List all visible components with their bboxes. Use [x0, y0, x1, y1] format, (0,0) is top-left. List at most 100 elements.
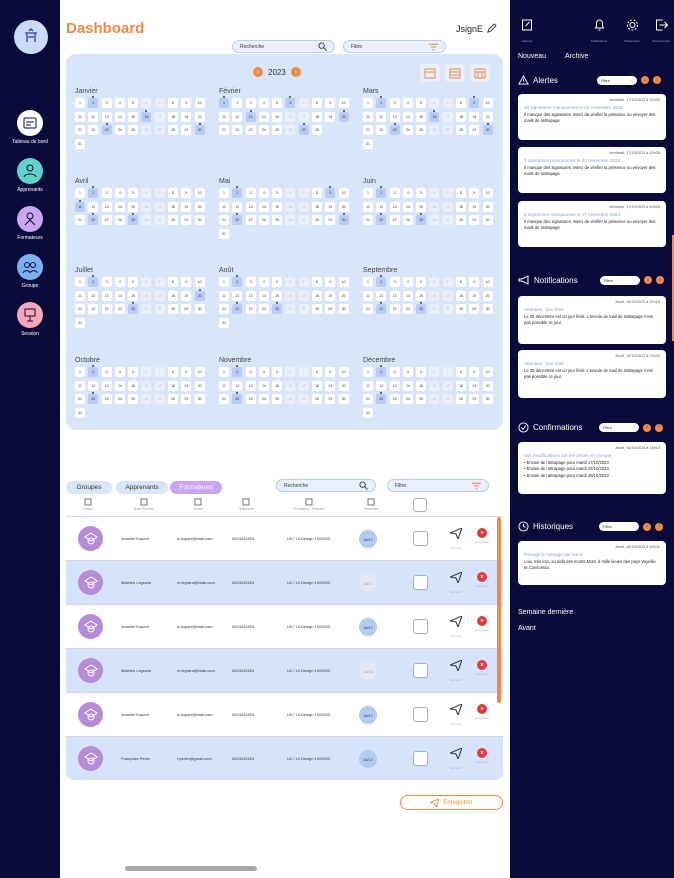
calendar-day[interactable]: 15: [128, 380, 139, 391]
calendar-day[interactable]: 24: [402, 304, 413, 314]
calendar-day[interactable]: 23: [101, 215, 112, 225]
calendar-day[interactable]: 26: [285, 215, 296, 225]
delete-button[interactable]: × Supprimer: [470, 702, 494, 720]
calendar-day[interactable]: 16: [285, 201, 296, 212]
calendar-day[interactable]: 11: [363, 290, 373, 301]
calendar-day[interactable]: 2: [232, 365, 243, 377]
prev-year-button[interactable]: ‹: [253, 67, 263, 77]
calendar-day[interactable]: 17: [442, 111, 453, 122]
table-search-input[interactable]: Recherche: [276, 479, 376, 492]
calendar-day[interactable]: 28: [168, 125, 179, 135]
calendar-day[interactable]: 7: [154, 367, 165, 377]
confirmation-card[interactable]: Jeudi, 16/10/2023 à 14h13 Vos modificati…: [518, 442, 666, 494]
calendar-day[interactable]: 7: [298, 277, 309, 287]
calendar-day[interactable]: 9: [181, 277, 192, 287]
calendar-day[interactable]: 13: [245, 380, 256, 391]
logout-button[interactable]: Déconnexion: [648, 18, 674, 43]
calendar-day[interactable]: 22: [232, 125, 243, 135]
calendar-day[interactable]: 21: [75, 304, 85, 314]
calendar-day[interactable]: 8: [456, 98, 467, 108]
calendar-day[interactable]: 19: [325, 380, 336, 391]
calendar-day[interactable]: 8: [312, 98, 323, 108]
calendar-day[interactable]: 24: [114, 304, 125, 314]
select-all-checkbox[interactable]: [413, 498, 427, 512]
calendar-day[interactable]: 20: [482, 290, 493, 301]
calendar-day[interactable]: 3: [245, 98, 256, 108]
calendar-day[interactable]: 10: [194, 98, 205, 108]
calendar-day[interactable]: 23: [389, 304, 400, 314]
calendar-day[interactable]: 27: [298, 304, 309, 314]
calendar-day[interactable]: 17: [298, 201, 309, 212]
calendar-day[interactable]: 10: [338, 188, 349, 198]
calendar-day[interactable]: 26: [285, 304, 296, 314]
calendar-day[interactable]: 6: [429, 98, 440, 108]
calendar-day[interactable]: 25: [272, 302, 283, 314]
calendar-day[interactable]: 30: [338, 394, 349, 404]
table-filter-dropdown[interactable]: Filtre: [387, 479, 489, 492]
calendar-day[interactable]: 22: [232, 392, 243, 404]
calendar-day[interactable]: 25: [416, 302, 427, 314]
confirmations-filter[interactable]: Filtre ≡: [599, 423, 639, 432]
calendar-day[interactable]: 31: [75, 317, 85, 328]
calendar-day[interactable]: 16: [141, 109, 152, 122]
calendar-day[interactable]: 6: [141, 98, 152, 108]
calendar-day[interactable]: 1: [219, 277, 229, 287]
calendar-day[interactable]: 2: [232, 186, 243, 198]
notifications-filter[interactable]: Filtre ≡: [600, 275, 640, 285]
card-link[interactable]: Attention : jour férié: [524, 361, 660, 366]
calendar-day[interactable]: 4: [114, 98, 125, 108]
calendar-day[interactable]: 23: [101, 123, 112, 135]
calendar-day[interactable]: 27: [154, 215, 165, 225]
calendar-day[interactable]: 1: [363, 277, 373, 287]
table-row[interactable]: Mathieu Legrand m.legrand@mail.com 0623242…: [66, 649, 503, 693]
table-row[interactable]: Annette Dupont a.dupont@mail.com 062324252…: [66, 517, 503, 561]
send-button[interactable]: Envoyer: [444, 746, 468, 770]
calendar-day[interactable]: 7: [154, 188, 165, 198]
calendar-day[interactable]: 30: [482, 304, 493, 314]
calendar-day[interactable]: 27: [442, 394, 453, 404]
tab-apprenants[interactable]: Apprenants: [116, 481, 168, 494]
calendar-day[interactable]: 24: [258, 125, 269, 135]
calendar-day[interactable]: 30: [194, 215, 205, 225]
calendar-day[interactable]: 4: [114, 367, 125, 377]
calendar-day[interactable]: 2: [232, 98, 243, 108]
calendar-day[interactable]: 20: [482, 111, 493, 122]
calendar-day[interactable]: 5: [272, 188, 283, 198]
calendar-day[interactable]: 2: [88, 96, 99, 108]
calendar-day[interactable]: 8: [312, 277, 323, 287]
notification-card[interactable]: Jeudi, 16/10/2023 à 13h43 Attention : jou…: [518, 350, 666, 398]
bell-button[interactable]: Notifications: [586, 18, 612, 43]
history-before[interactable]: Avant: [518, 625, 536, 632]
calendar-day[interactable]: 14: [114, 111, 125, 122]
calendar-day[interactable]: 6: [285, 96, 296, 108]
calendar-day[interactable]: 4: [258, 98, 269, 108]
calendar-day[interactable]: 6: [141, 277, 152, 287]
calendar-day[interactable]: 21: [75, 394, 85, 404]
sort-up-button[interactable]: ↑: [655, 522, 663, 531]
save-button[interactable]: Enregistrer: [400, 795, 503, 810]
calendar-day[interactable]: 5: [272, 367, 283, 377]
calendar-day[interactable]: 11: [75, 199, 85, 212]
calendar-day[interactable]: 4: [258, 277, 269, 287]
calendar-day[interactable]: 30: [482, 215, 493, 225]
sort-up-button[interactable]: ↑: [656, 276, 664, 284]
calendar-day[interactable]: 10: [482, 277, 493, 287]
calendar-day[interactable]: 15: [416, 380, 427, 391]
calendar-day[interactable]: 28: [312, 215, 323, 225]
calendar-day[interactable]: 12: [232, 111, 243, 122]
calendar-day[interactable]: 27: [298, 215, 309, 225]
calendar-day[interactable]: 23: [245, 304, 256, 314]
calendar-day[interactable]: 25: [128, 125, 139, 135]
calendar-day[interactable]: 21: [363, 125, 373, 135]
calendar-day[interactable]: 2: [376, 96, 387, 108]
calendar-day[interactable]: 12: [376, 290, 387, 301]
calendar-day[interactable]: 31: [219, 228, 229, 239]
horizontal-scrollbar[interactable]: [125, 866, 257, 871]
calendar-day[interactable]: 17: [442, 290, 453, 301]
calendar-day[interactable]: 2: [376, 365, 387, 377]
calendar-day[interactable]: 3: [101, 98, 112, 108]
app-logo[interactable]: [14, 20, 48, 54]
calendar-day[interactable]: 12: [88, 290, 99, 301]
history-last-week[interactable]: Semaine dernière: [518, 609, 573, 616]
calendar-day[interactable]: 18: [168, 380, 179, 391]
